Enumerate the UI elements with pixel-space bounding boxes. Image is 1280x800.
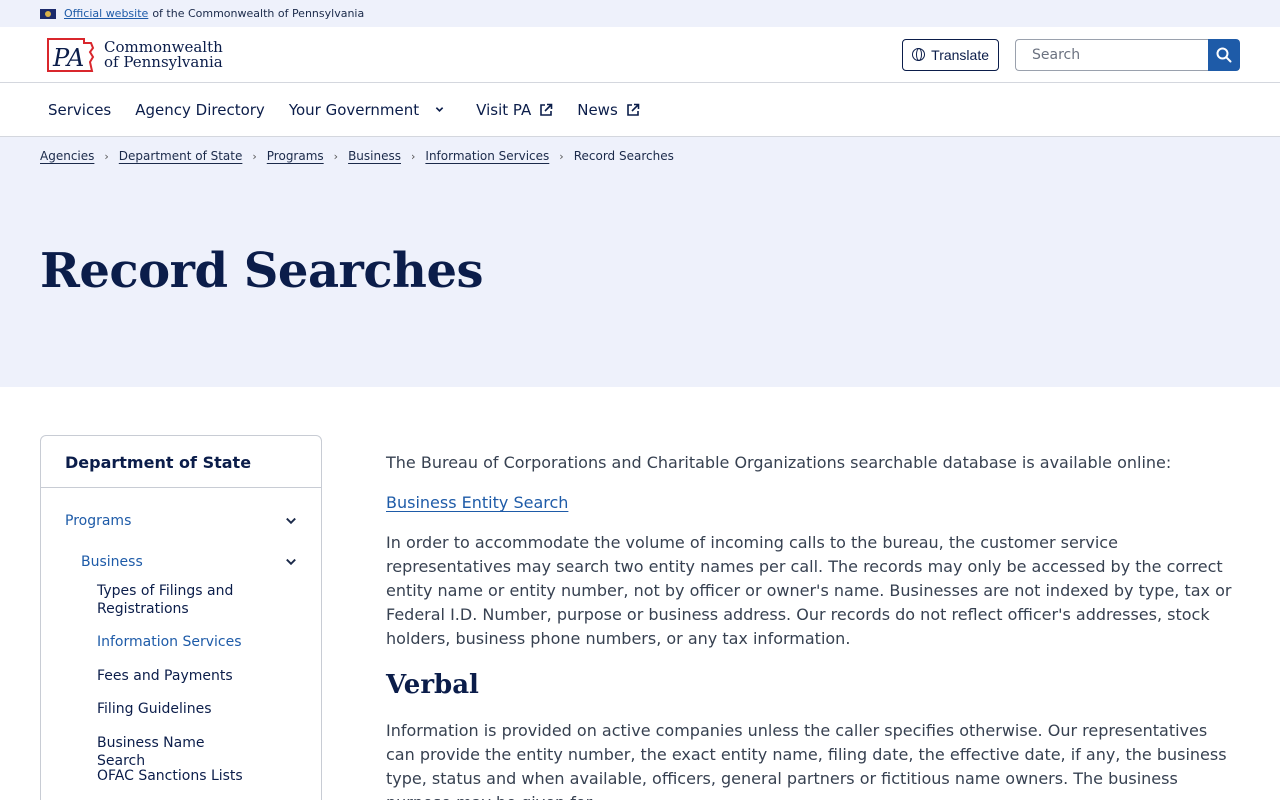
sidenav-item-programs-label: Programs [65, 512, 132, 529]
pa-keystone-logo-icon: PA [44, 36, 96, 74]
sidenav-item-programs[interactable]: Programs [65, 504, 297, 537]
side-navigation: Department of State Programs Business Ty… [40, 435, 322, 800]
official-banner: Official website of the Commonwealth of … [0, 0, 1280, 27]
nav-news-label: News [577, 100, 618, 119]
logo-mark-text: PA [52, 44, 84, 72]
site-header: PA Commonwealth of Pennsylvania Translat… [0, 27, 1280, 83]
chevron-down-icon[interactable] [285, 515, 297, 527]
chevron-right-icon: › [411, 149, 416, 163]
breadcrumb-current: Record Searches [573, 149, 674, 163]
pa-logo[interactable]: PA Commonwealth of Pennsylvania [44, 36, 223, 74]
chevron-right-icon: › [333, 149, 339, 163]
calls-paragraph: In order to accommodate the volume of in… [386, 533, 1232, 648]
sidenav-item-fees-and-payments-label: Fees and Payments [97, 668, 233, 684]
main-content: The Bureau of Corporations and Charitabl… [386, 435, 1240, 800]
sidenav-item-filing-guidelines[interactable]: Filing Guidelines [65, 700, 297, 734]
nav-visit-pa[interactable]: Visit PA [476, 101, 553, 119]
chevron-down-icon[interactable] [285, 556, 297, 568]
chevron-right-icon: › [252, 149, 257, 163]
page-hero: Agencies › Department of State › Program… [0, 137, 1280, 387]
logo-line2: of Pennsylvania [104, 52, 223, 71]
sidenav-item-types-of-filings-label: Types of Filings and Registrations [97, 583, 234, 617]
nav-agency-directory[interactable]: Agency Directory [135, 101, 265, 119]
nav-services-label: Services [48, 100, 112, 119]
sidenav-item-filing-guidelines-label: Filing Guidelines [97, 701, 212, 717]
breadcrumb: Agencies › Department of State › Program… [40, 149, 1240, 163]
external-link-icon [626, 103, 640, 116]
globe-icon [912, 48, 926, 61]
header-actions: Translate [902, 38, 1240, 71]
verbal-paragraph: Information is provided on active compan… [386, 721, 1227, 800]
sidenav-item-information-services-label: Information Services [97, 634, 242, 650]
breadcrumb-department-of-state[interactable]: Department of State [119, 149, 243, 163]
search-button[interactable] [1208, 38, 1240, 71]
chevron-down-icon [435, 107, 444, 112]
banner-text: of the Commonwealth of Pennsylvania [152, 7, 365, 20]
sidenav-item-business[interactable]: Business [65, 537, 297, 586]
nav-your-government-label: Your Government [288, 100, 420, 119]
external-link-icon [540, 103, 553, 116]
sidenav-heading[interactable]: Department of State [41, 436, 321, 488]
chevron-right-icon: › [104, 149, 109, 163]
sidenav-item-business-label: Business [81, 553, 143, 570]
sidenav-body: Programs Business Types of Filings and R… [41, 488, 321, 800]
sidenav-item-business-name-search-label: Business Name Search [97, 735, 205, 769]
logo-wordmark: Commonwealth of Pennsylvania [104, 39, 223, 71]
breadcrumb-agencies[interactable]: Agencies [40, 149, 94, 163]
search-input[interactable] [1015, 38, 1208, 71]
nav-news[interactable]: News [577, 101, 640, 119]
translate-button[interactable]: Translate [902, 38, 999, 71]
business-entity-search-link[interactable]: Business Entity Search [386, 493, 568, 512]
official-website-link[interactable]: Official website [64, 7, 148, 20]
page-title: Record Searches [40, 243, 484, 299]
nav-services[interactable]: Services [48, 101, 111, 119]
breadcrumb-information-services[interactable]: Information Services [425, 149, 549, 163]
nav-agency-directory-label: Agency Directory [135, 100, 265, 119]
verbal-heading: Verbal [386, 670, 479, 700]
search-form [1015, 38, 1240, 71]
nav-your-government[interactable]: Your Government [289, 101, 444, 119]
intro-paragraph: The Bureau of Corporations and Charitabl… [386, 453, 1172, 472]
sidenav-item-business-name-search[interactable]: Business Name Search [65, 734, 297, 769]
search-icon [1216, 47, 1232, 62]
sidenav-item-fees-and-payments[interactable]: Fees and Payments [65, 667, 297, 700]
page-content: Department of State Programs Business Ty… [0, 387, 1280, 800]
pa-flag-icon [40, 8, 56, 19]
sidenav-item-ofac-sanctions-lists-label: OFAC Sanctions Lists [97, 768, 243, 784]
main-nav: Services Agency Directory Your Governmen… [0, 83, 1280, 137]
sidenav-item-ofac-sanctions-lists[interactable]: OFAC Sanctions Lists [65, 767, 297, 800]
breadcrumb-programs[interactable]: Programs [267, 149, 324, 163]
chevron-right-icon: › [559, 149, 564, 163]
nav-visit-pa-label: Visit PA [476, 100, 532, 119]
sidenav-item-information-services[interactable]: Information Services [65, 633, 297, 667]
translate-label: Translate [931, 46, 989, 63]
breadcrumb-business[interactable]: Business [348, 149, 401, 163]
sidenav-item-types-of-filings[interactable]: Types of Filings and Registrations [65, 582, 297, 633]
